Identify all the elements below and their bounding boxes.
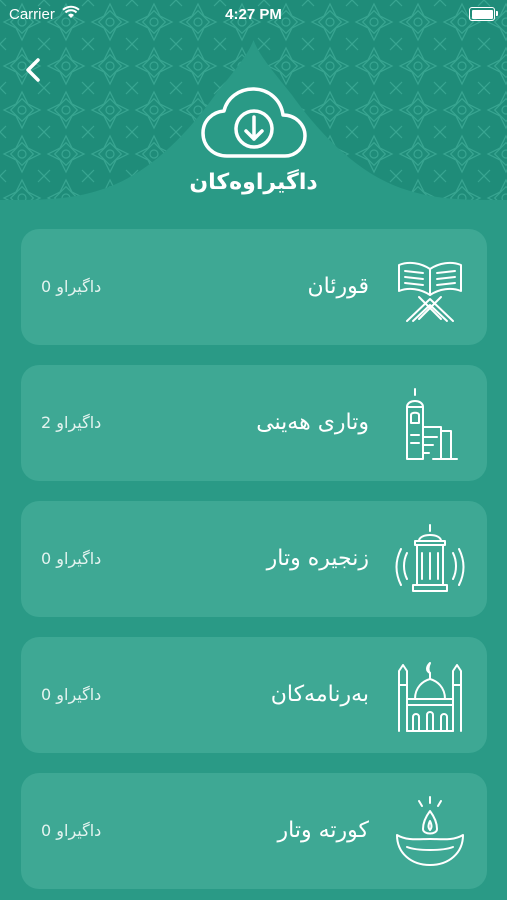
category-card-sermon-series[interactable]: 0 داگیراو زنجیرە وتار — [21, 501, 487, 617]
category-card-quran[interactable]: 0 داگیراو قورئان — [21, 229, 487, 345]
cloud-download-icon — [201, 87, 307, 158]
category-title: زنجیرە وتار — [266, 546, 369, 571]
status-time: 4:27 PM — [225, 6, 282, 23]
category-card-friday-sermon[interactable]: 2 داگیراو وتاری هەینی — [21, 365, 487, 481]
category-card-short-sermon[interactable]: 0 داگیراو کورتە وتار — [21, 773, 487, 889]
minaret-pulpit-icon — [406, 388, 458, 460]
category-title: کورتە وتار — [277, 818, 369, 843]
category-title: وتاری هەینی — [256, 410, 369, 435]
download-count: 0 داگیراو — [41, 277, 102, 296]
download-count: 0 داگیراو — [41, 685, 102, 704]
category-card-programs[interactable]: 0 داگیراو بەرنامەکان — [21, 637, 487, 753]
download-count: 0 داگیراو — [41, 549, 102, 568]
lantern-audio-icon — [395, 524, 465, 592]
category-title: بەرنامەکان — [270, 682, 369, 707]
category-title: قورئان — [307, 274, 370, 299]
quran-book-icon — [398, 261, 462, 322]
oil-lamp-icon — [396, 796, 464, 866]
download-count: 0 داگیراو — [41, 821, 102, 840]
back-button[interactable] — [20, 52, 52, 88]
battery-icon — [469, 7, 498, 21]
page-title: داگیراوەکان — [189, 170, 318, 195]
status-bar: Carrier 4:27 PM — [0, 0, 507, 30]
chevron-left-icon — [26, 58, 40, 82]
mosque-icon — [398, 662, 462, 732]
download-count: 2 داگیراو — [41, 413, 102, 432]
